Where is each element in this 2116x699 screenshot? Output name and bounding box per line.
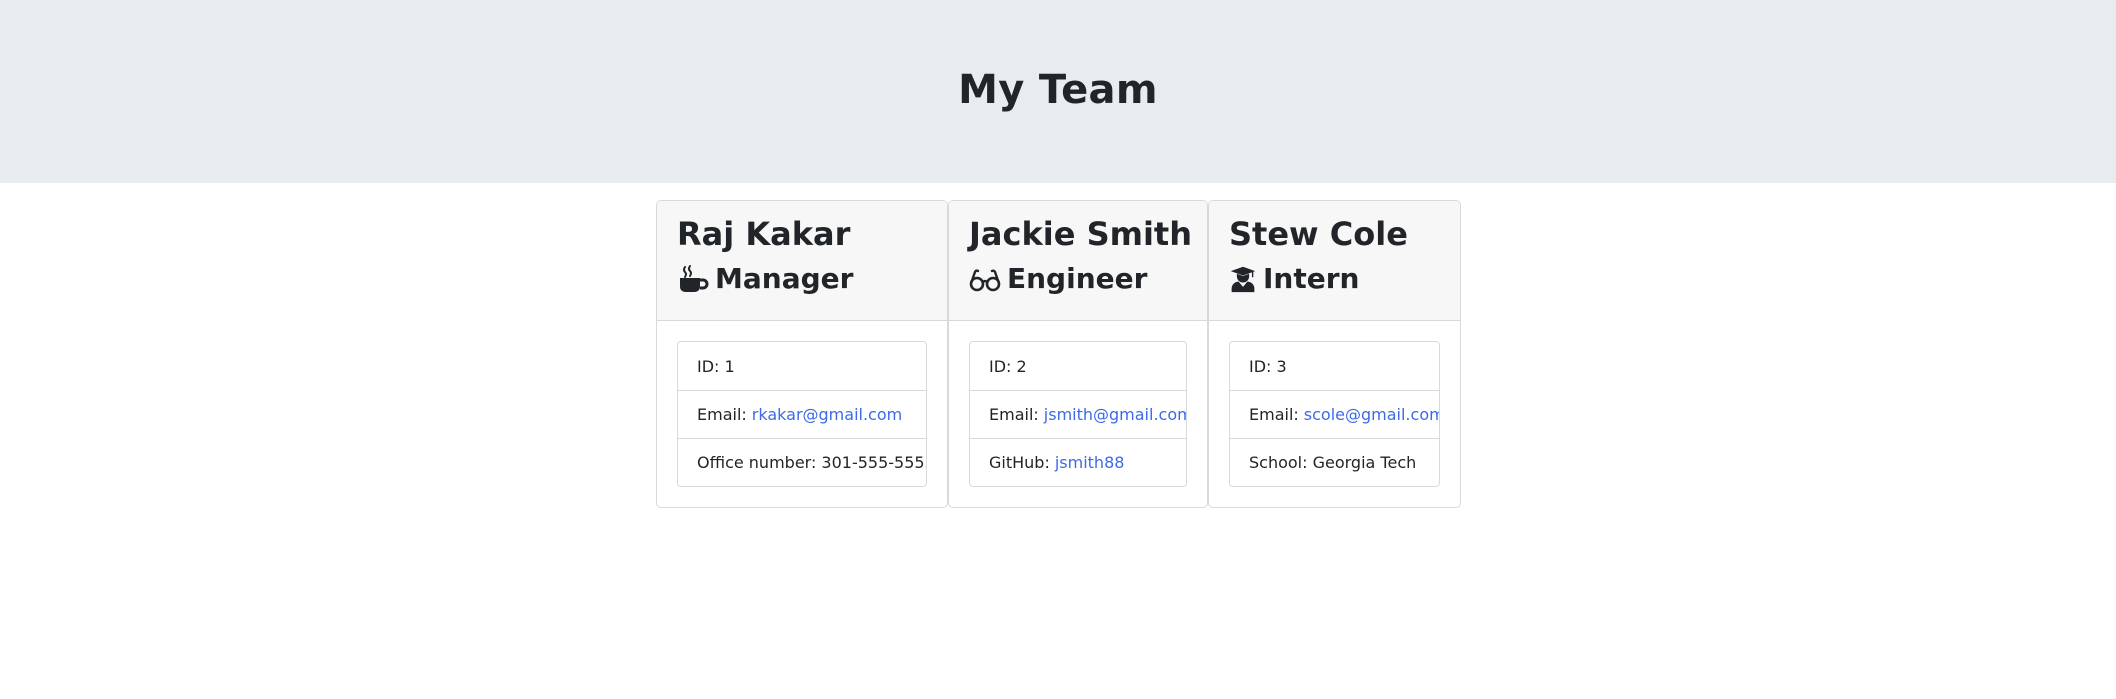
school-text: School: Georgia Tech bbox=[1249, 453, 1417, 472]
card-body: ID: 3 Email: scole@gmail.com School: Geo… bbox=[1209, 321, 1460, 487]
card-header: Jackie Smith Engineer bbox=[949, 201, 1207, 321]
employee-name: Stew Cole bbox=[1229, 215, 1408, 253]
employee-email: Email: jsmith@gmail.com bbox=[970, 390, 1186, 438]
email-link[interactable]: scole@gmail.com bbox=[1304, 405, 1439, 424]
jumbotron-header: My Team bbox=[0, 0, 2116, 183]
employee-details-list: ID: 3 Email: scole@gmail.com School: Geo… bbox=[1229, 341, 1440, 487]
github-link[interactable]: jsmith88 bbox=[1055, 453, 1125, 472]
card-body: ID: 1 Email: rkakar@gmail.com Office num… bbox=[657, 321, 947, 487]
employee-id: ID: 2 bbox=[970, 342, 1186, 390]
employee-role: Intern bbox=[1229, 259, 1440, 299]
office-number-text: Office number: 301-555-5555 bbox=[697, 453, 927, 472]
employee-name: Raj Kakar bbox=[677, 215, 851, 253]
employee-id: ID: 1 bbox=[678, 342, 926, 390]
employee-id: ID: 3 bbox=[1230, 342, 1439, 390]
card-header: Raj Kakar Manager bbox=[657, 201, 947, 321]
employee-office-number: Office number: 301-555-5555 bbox=[678, 438, 926, 486]
employee-id-text: ID: 3 bbox=[1249, 356, 1287, 376]
employee-role-label: Engineer bbox=[1007, 262, 1148, 295]
card-header: Stew Cole Intern bbox=[1209, 201, 1460, 321]
employee-email: Email: rkakar@gmail.com bbox=[678, 390, 926, 438]
email-link[interactable]: jsmith@gmail.com bbox=[1044, 405, 1186, 424]
user-graduate-icon bbox=[1230, 266, 1256, 293]
employee-school: School: Georgia Tech bbox=[1230, 438, 1439, 486]
employee-card-manager: Raj Kakar Manager ID: 1 Email: rkakar@gm… bbox=[656, 200, 948, 508]
employee-role: Engineer bbox=[969, 259, 1187, 299]
employee-card-intern: Stew Cole Intern ID: 3 Email: scole@gmai… bbox=[1208, 200, 1461, 508]
employee-details-list: ID: 2 Email: jsmith@gmail.com GitHub: js… bbox=[969, 341, 1187, 487]
employee-role-label: Intern bbox=[1263, 262, 1360, 295]
employee-role: Manager bbox=[677, 259, 927, 299]
employee-details-list: ID: 1 Email: rkakar@gmail.com Office num… bbox=[677, 341, 927, 487]
email-label: Email: bbox=[989, 405, 1039, 424]
email-label: Email: bbox=[1249, 405, 1299, 424]
page-title: My Team bbox=[958, 67, 1158, 113]
employee-role-label: Manager bbox=[715, 262, 854, 295]
github-label: GitHub: bbox=[989, 453, 1050, 472]
employee-github: GitHub: jsmith88 bbox=[970, 438, 1186, 486]
glasses-icon bbox=[969, 269, 1001, 292]
mug-icon bbox=[680, 265, 709, 292]
employee-id-text: ID: 1 bbox=[697, 356, 735, 376]
employee-card-engineer: Jackie Smith Engineer ID: 2 Email: jsmit… bbox=[948, 200, 1208, 508]
employee-id-text: ID: 2 bbox=[989, 356, 1027, 376]
email-link[interactable]: rkakar@gmail.com bbox=[752, 405, 902, 424]
employee-email: Email: scole@gmail.com bbox=[1230, 390, 1439, 438]
employee-name: Jackie Smith bbox=[969, 215, 1192, 253]
card-body: ID: 2 Email: jsmith@gmail.com GitHub: js… bbox=[949, 321, 1207, 487]
email-label: Email: bbox=[697, 405, 747, 424]
